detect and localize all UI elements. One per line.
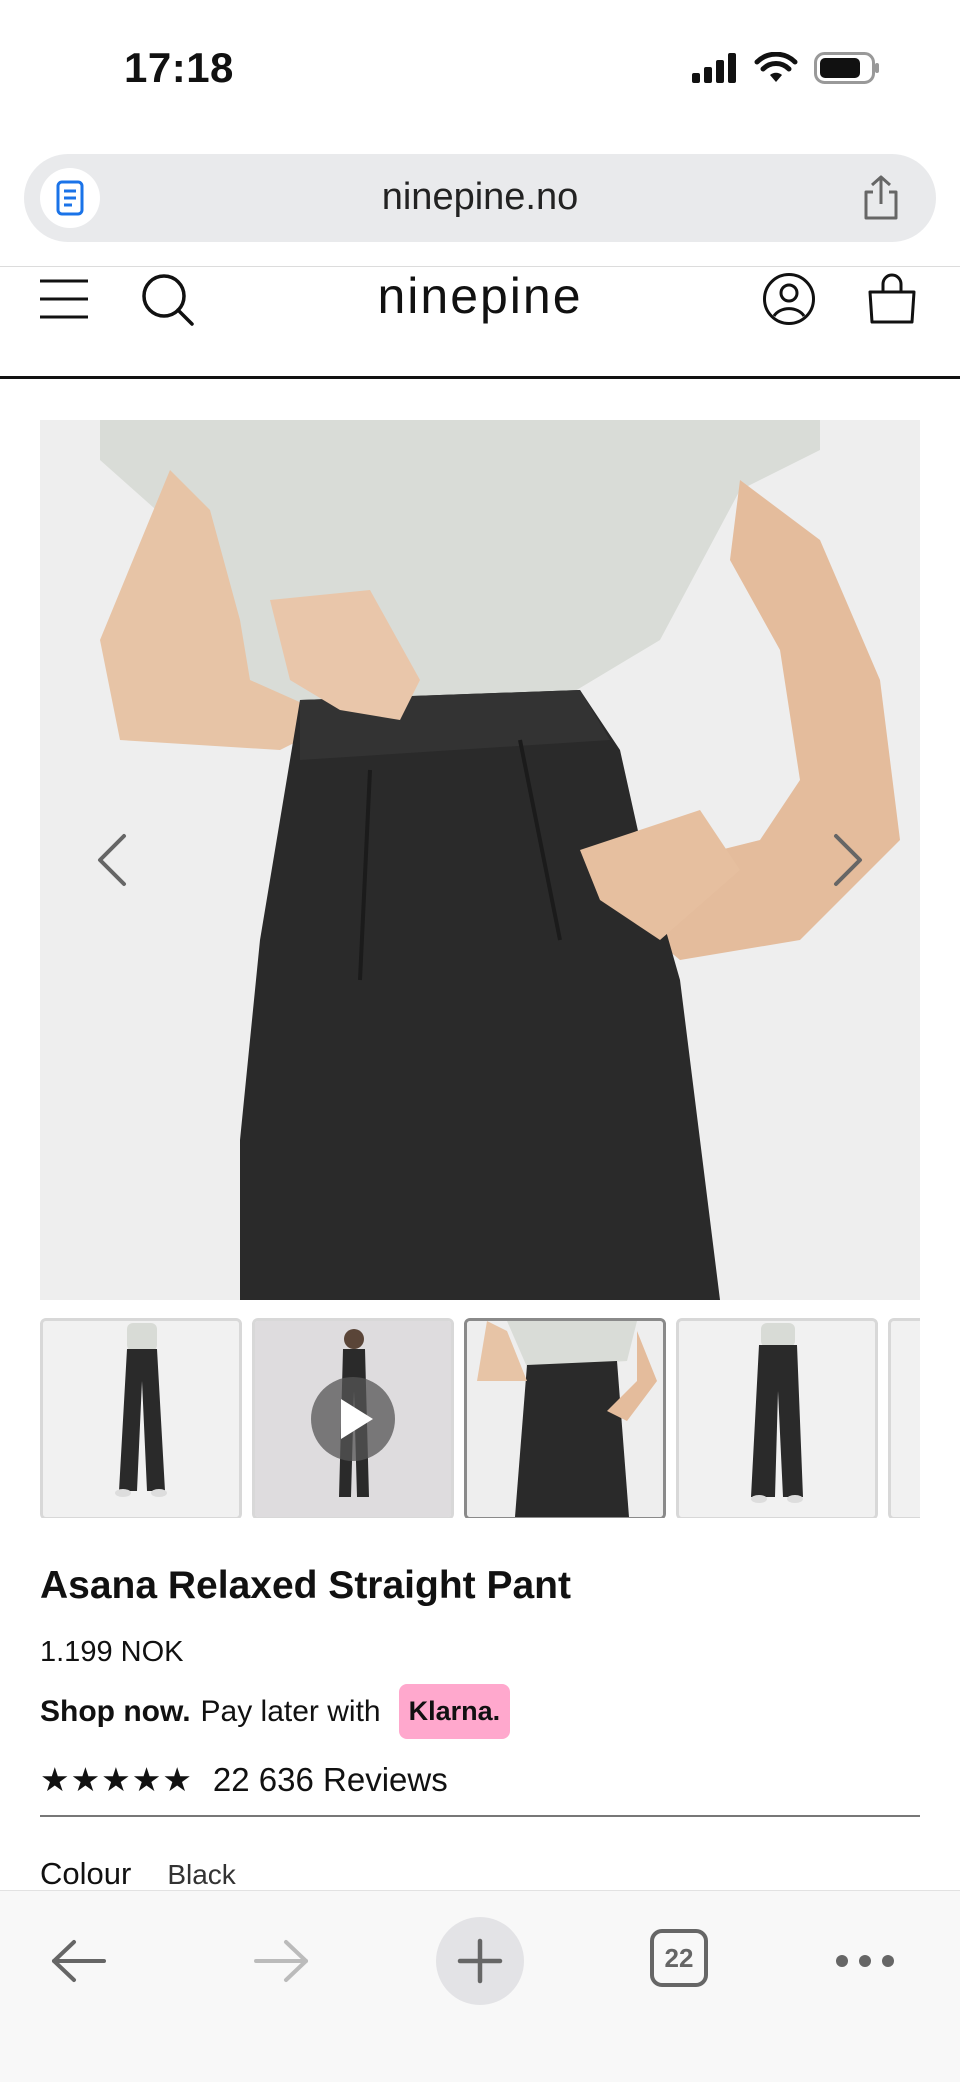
klarna-badge[interactable]: Klarna. [398,1684,511,1739]
colour-selector: Colour Black [40,1856,236,1892]
chevron-right-icon[interactable] [818,830,878,890]
product-price: 1.199 NOK [40,1636,184,1668]
chevron-left-icon[interactable] [82,830,142,890]
thumbnail-3[interactable] [464,1318,666,1518]
url-text[interactable]: ninepine.no [24,176,936,219]
reviews-divider [40,1815,920,1817]
klarna-pay-later: Pay later with [200,1694,381,1728]
product-main-image[interactable] [40,420,920,1300]
thumbnail-1[interactable] [40,1318,242,1518]
header-top-divider [0,266,960,267]
browser-toolbar: 22 [0,1890,960,2082]
wifi-icon [754,52,798,82]
rating-stars-icon: ★★★★★ [40,1761,193,1798]
product-title: Asana Relaxed Straight Pant [40,1564,571,1607]
bag-icon[interactable] [866,272,918,331]
thumbnail-4[interactable] [676,1318,878,1518]
reviews-summary[interactable]: ★★★★★ 22 636 Reviews [40,1760,448,1799]
site-header: ninepine [0,268,960,376]
share-icon[interactable] [860,174,902,227]
account-icon[interactable] [762,272,816,331]
product-photo [40,420,920,1300]
status-time: 17:18 [124,44,234,91]
site-logo[interactable]: ninepine [0,268,960,324]
colour-label: Colour [40,1856,132,1891]
tab-count: 22 [664,1942,694,1973]
klarna-shop-now: Shop now. [40,1694,191,1728]
colour-value: Black [167,1859,236,1890]
address-bar[interactable]: ninepine.no [24,154,936,242]
back-arrow-icon[interactable] [44,1931,114,1991]
forward-arrow-icon[interactable] [246,1931,316,1991]
battery-icon [814,52,879,84]
header-divider [0,376,960,379]
reviews-count[interactable]: 22 636 Reviews [213,1761,448,1799]
thumbnail-strip [40,1318,920,1518]
signal-icon [692,53,736,83]
tabs-icon[interactable]: 22 [650,1929,708,1987]
status-icons [690,52,880,84]
thumbnail-2-video[interactable] [252,1318,454,1518]
thumbnail-5[interactable] [888,1318,920,1518]
more-icon[interactable] [830,1931,900,1991]
new-tab-plus-icon[interactable] [436,1917,524,2005]
klarna-promo[interactable]: Shop now. Pay later with Klarna. [40,1684,511,1739]
